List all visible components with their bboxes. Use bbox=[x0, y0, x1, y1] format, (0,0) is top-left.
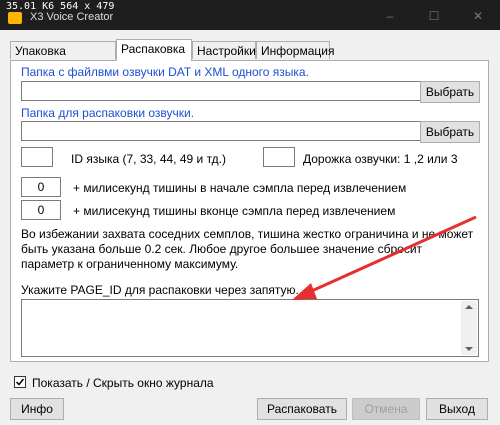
log-toggle-checkbox[interactable] bbox=[14, 376, 26, 388]
tab-unpacking[interactable]: Распаковка bbox=[116, 39, 192, 61]
log-toggle-label[interactable]: Показать / Скрыть окно журнала bbox=[32, 376, 214, 390]
cancel-button[interactable]: Отмена bbox=[352, 398, 420, 420]
annotation-arrow-icon bbox=[292, 215, 477, 300]
exit-button[interactable]: Выход bbox=[426, 398, 488, 420]
unpack-button[interactable]: Распаковать bbox=[257, 398, 347, 420]
info-button[interactable]: Инфо bbox=[10, 398, 64, 420]
checkmark-icon bbox=[15, 378, 25, 386]
